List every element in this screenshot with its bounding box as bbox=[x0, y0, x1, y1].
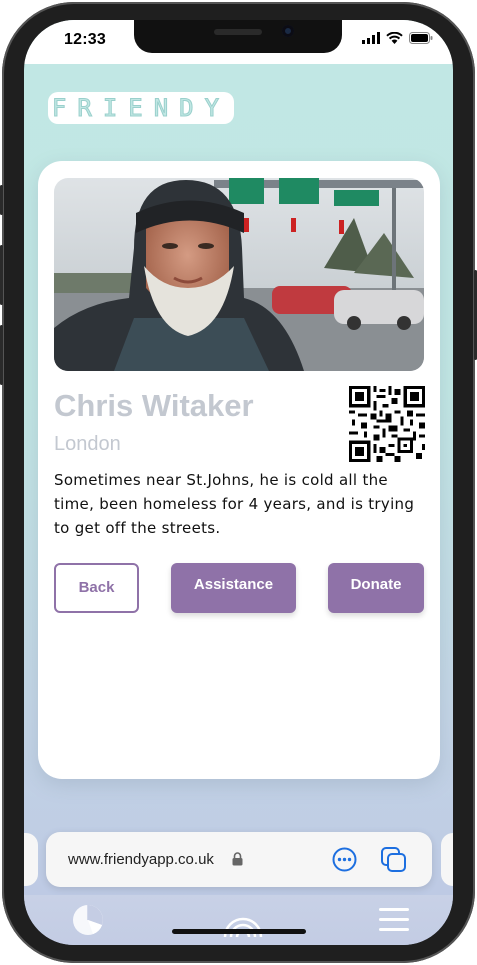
url-text[interactable]: www.friendyapp.co.uk bbox=[68, 851, 214, 868]
profile-card: Chris Witaker London Sometimes near St.J… bbox=[38, 161, 440, 779]
notch bbox=[134, 20, 342, 53]
home-indicator[interactable] bbox=[172, 929, 306, 934]
profile-description: Sometimes near St.Johns, he is cold all … bbox=[54, 471, 415, 537]
tabs-icon[interactable] bbox=[380, 846, 408, 874]
speaker bbox=[214, 29, 262, 35]
browser-address-bar[interactable]: www.friendyapp.co.uk bbox=[46, 832, 432, 887]
wifi-icon bbox=[386, 32, 403, 44]
volume-up-button bbox=[0, 245, 3, 305]
menu-icon[interactable] bbox=[379, 907, 409, 933]
mute-switch bbox=[0, 185, 3, 215]
more-icon[interactable] bbox=[332, 847, 357, 872]
battery-icon bbox=[409, 32, 433, 44]
camera bbox=[282, 25, 294, 37]
lock-icon bbox=[232, 852, 243, 866]
status-time: 12:33 bbox=[64, 31, 106, 48]
profile-location: London bbox=[54, 433, 121, 455]
screen: 12:33 FRIENDY Chris Witaker London Somet… bbox=[24, 20, 453, 945]
profile-name: Chris Witaker bbox=[54, 388, 254, 423]
pie-chart-icon[interactable] bbox=[71, 903, 105, 937]
next-tab-peek[interactable] bbox=[441, 833, 453, 886]
assistance-button[interactable]: Assistance bbox=[171, 563, 296, 613]
donate-button[interactable]: Donate bbox=[328, 563, 424, 613]
status-bar: 12:33 bbox=[24, 20, 453, 64]
profile-photo bbox=[54, 178, 424, 371]
previous-tab-peek[interactable] bbox=[24, 833, 38, 886]
back-button[interactable]: Back bbox=[54, 563, 139, 613]
app-logo: FRIENDY bbox=[48, 92, 234, 124]
volume-down-button bbox=[0, 325, 3, 385]
signal-icon bbox=[362, 32, 380, 44]
qr-code[interactable] bbox=[349, 386, 425, 462]
bottom-nav bbox=[24, 895, 453, 945]
status-icons bbox=[362, 32, 433, 44]
